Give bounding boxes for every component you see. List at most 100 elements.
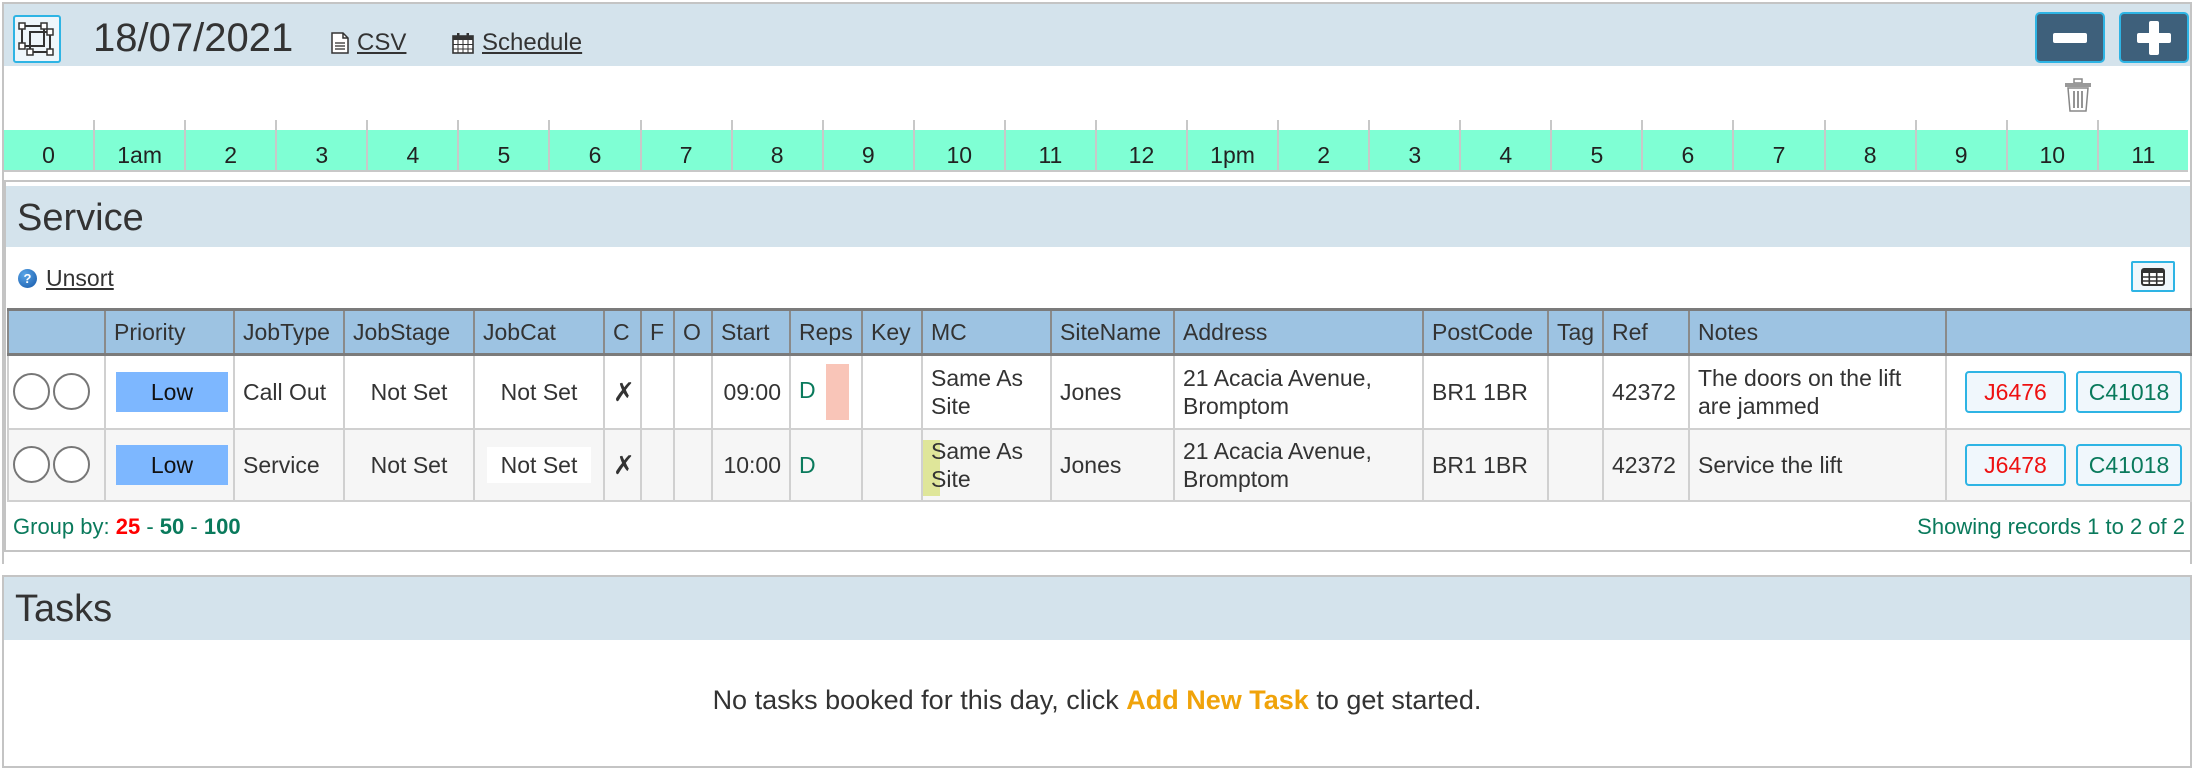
col-jobcat[interactable]: JobCat <box>473 308 605 356</box>
priority-cell: Low <box>104 353 235 430</box>
col-notes[interactable]: Notes <box>1688 308 1947 356</box>
hour-label: 0 <box>42 142 55 168</box>
radio-select-a[interactable] <box>13 373 50 411</box>
hour-tick <box>1914 120 1917 130</box>
timeline-hour[interactable]: 6 <box>548 120 639 170</box>
col-sitename[interactable]: SiteName <box>1050 308 1175 356</box>
rep-initial[interactable]: D <box>799 377 816 403</box>
jobcat-cell[interactable]: Not Set <box>473 427 605 502</box>
timeline-hour[interactable]: 9 <box>1914 120 2006 170</box>
hour-tick <box>2096 120 2099 130</box>
hour-label: 11 <box>1038 142 1063 168</box>
ruler-divider <box>4 170 2188 172</box>
mc-cell: Same As Site <box>921 427 1052 502</box>
table-row[interactable]: Low Call Out Not Set Not Set ✗ 09:00 D S… <box>7 353 2192 430</box>
customer-ref-button[interactable]: C41018 <box>2076 443 2182 486</box>
rep-initial[interactable]: D <box>799 452 816 478</box>
col-reps[interactable]: Reps <box>789 308 863 356</box>
hour-tick <box>2005 120 2008 130</box>
group-by-50[interactable]: 50 <box>160 514 184 539</box>
timeline-hour[interactable]: 3 <box>275 120 366 170</box>
hour-label: 1pm <box>1210 142 1255 168</box>
page-title-date: 18/07/2021 <box>93 16 294 60</box>
csv-export-link[interactable]: CSV <box>331 28 406 58</box>
col-mc[interactable]: MC <box>921 308 1052 356</box>
select-area-button[interactable] <box>13 15 61 63</box>
timeline-hour[interactable]: 8 <box>730 120 822 170</box>
timeline-hour[interactable]: 6 <box>1641 120 1732 170</box>
jobstage-cell[interactable]: Not Set <box>343 427 475 502</box>
col-postcode[interactable]: PostCode <box>1422 308 1549 356</box>
table-view-button[interactable] <box>2131 261 2175 292</box>
customer-ref-button[interactable]: C41018 <box>2076 370 2182 413</box>
col-c[interactable]: C <box>603 308 642 356</box>
hour-label: 8 <box>1863 142 1877 168</box>
timeline-hour[interactable]: 10 <box>2005 120 2097 170</box>
zoom-out-button[interactable] <box>2035 12 2105 63</box>
key-cell <box>861 427 923 502</box>
c-status-cell: ✗ <box>603 427 642 502</box>
timeline-hour[interactable]: 2 <box>1277 120 1368 170</box>
group-by-100[interactable]: 100 <box>204 514 241 539</box>
mc-text: Same As Site <box>931 364 1024 419</box>
col-jobtype[interactable]: JobType <box>233 308 345 356</box>
priority-badge[interactable]: Low <box>116 371 228 412</box>
timeline-hour[interactable]: 4 <box>366 120 457 170</box>
hour-label: 10 <box>2039 142 2066 168</box>
group-by-25[interactable]: 25 <box>116 514 140 539</box>
col-f[interactable]: F <box>640 308 675 356</box>
hour-tick <box>1641 120 1644 130</box>
timeline-hour[interactable]: 4 <box>1459 120 1550 170</box>
radio-select-b[interactable] <box>53 373 90 411</box>
col-tag[interactable]: Tag <box>1547 308 1604 356</box>
timeline-hour[interactable]: 5 <box>457 120 548 170</box>
jobcat-cell[interactable]: Not Set <box>473 353 605 430</box>
timeline-hour[interactable]: 1am <box>93 120 184 170</box>
radio-select-a[interactable] <box>13 446 50 483</box>
col-ref[interactable]: Ref <box>1602 308 1690 356</box>
col-o[interactable]: O <box>673 308 713 356</box>
hour-tick <box>457 120 460 130</box>
col-key[interactable]: Key <box>861 308 923 356</box>
priority-cell: Low <box>104 427 235 502</box>
timeline-hour[interactable]: 5 <box>1550 120 1641 170</box>
timeline-hour[interactable]: 2 <box>184 120 275 170</box>
hour-label: 6 <box>1681 142 1695 168</box>
timeline-hour[interactable]: 11 <box>2096 120 2188 170</box>
timeline-hour[interactable]: 9 <box>821 120 913 170</box>
help-icon[interactable]: ? <box>18 269 37 288</box>
group-separator: - <box>146 514 154 539</box>
col-address[interactable]: Address <box>1173 308 1424 356</box>
job-ref-button[interactable]: J6476 <box>1965 370 2066 413</box>
col-priority[interactable]: Priority <box>104 308 235 356</box>
timeline-hour[interactable]: 0 <box>4 130 93 170</box>
actions-cell: J6478 C41018 <box>1945 427 2192 502</box>
timeline-hour[interactable]: 11 <box>1003 120 1095 170</box>
timeline-hour[interactable]: 7 <box>1732 120 1823 170</box>
timeline-hour[interactable]: 3 <box>1368 120 1459 170</box>
priority-badge[interactable]: Low <box>116 444 228 485</box>
timeline-ruler[interactable]: 0 1am 2 3 4 5 6 7 8 9 10 11 12 1pm 2 3 4 5 6 7 8 9 10 11 <box>4 120 2188 170</box>
mc-cell: Same As Site <box>921 353 1052 430</box>
job-ref-button[interactable]: J6478 <box>1965 443 2066 486</box>
sitename-cell: Jones <box>1050 353 1175 430</box>
timeline-hour[interactable]: 8 <box>1823 120 1915 170</box>
radio-select-b[interactable] <box>53 446 90 483</box>
timeline-hour[interactable]: 12 <box>1094 120 1186 170</box>
f-cell <box>640 353 675 430</box>
col-start[interactable]: Start <box>711 308 791 356</box>
timeline-hour[interactable]: 1pm <box>1186 120 1277 170</box>
add-new-task-link[interactable]: Add New Task <box>1126 685 1309 715</box>
col-jobstage[interactable]: JobStage <box>343 308 475 356</box>
timeline-hour[interactable]: 7 <box>639 120 731 170</box>
zoom-in-button[interactable] <box>2119 12 2189 63</box>
schedule-link[interactable]: Schedule <box>452 28 582 58</box>
jobstage-cell[interactable]: Not Set <box>343 353 475 430</box>
sitename-cell: Jones <box>1050 427 1175 502</box>
table-row[interactable]: Low Service Not Set Not Set ✗ 10:00 D Sa… <box>7 427 2192 502</box>
unsort-link[interactable]: Unsort <box>46 265 114 292</box>
hour-tick <box>548 120 551 130</box>
col-select <box>7 308 106 356</box>
delete-button[interactable] <box>2064 78 2092 112</box>
timeline-hour[interactable]: 10 <box>912 120 1004 170</box>
